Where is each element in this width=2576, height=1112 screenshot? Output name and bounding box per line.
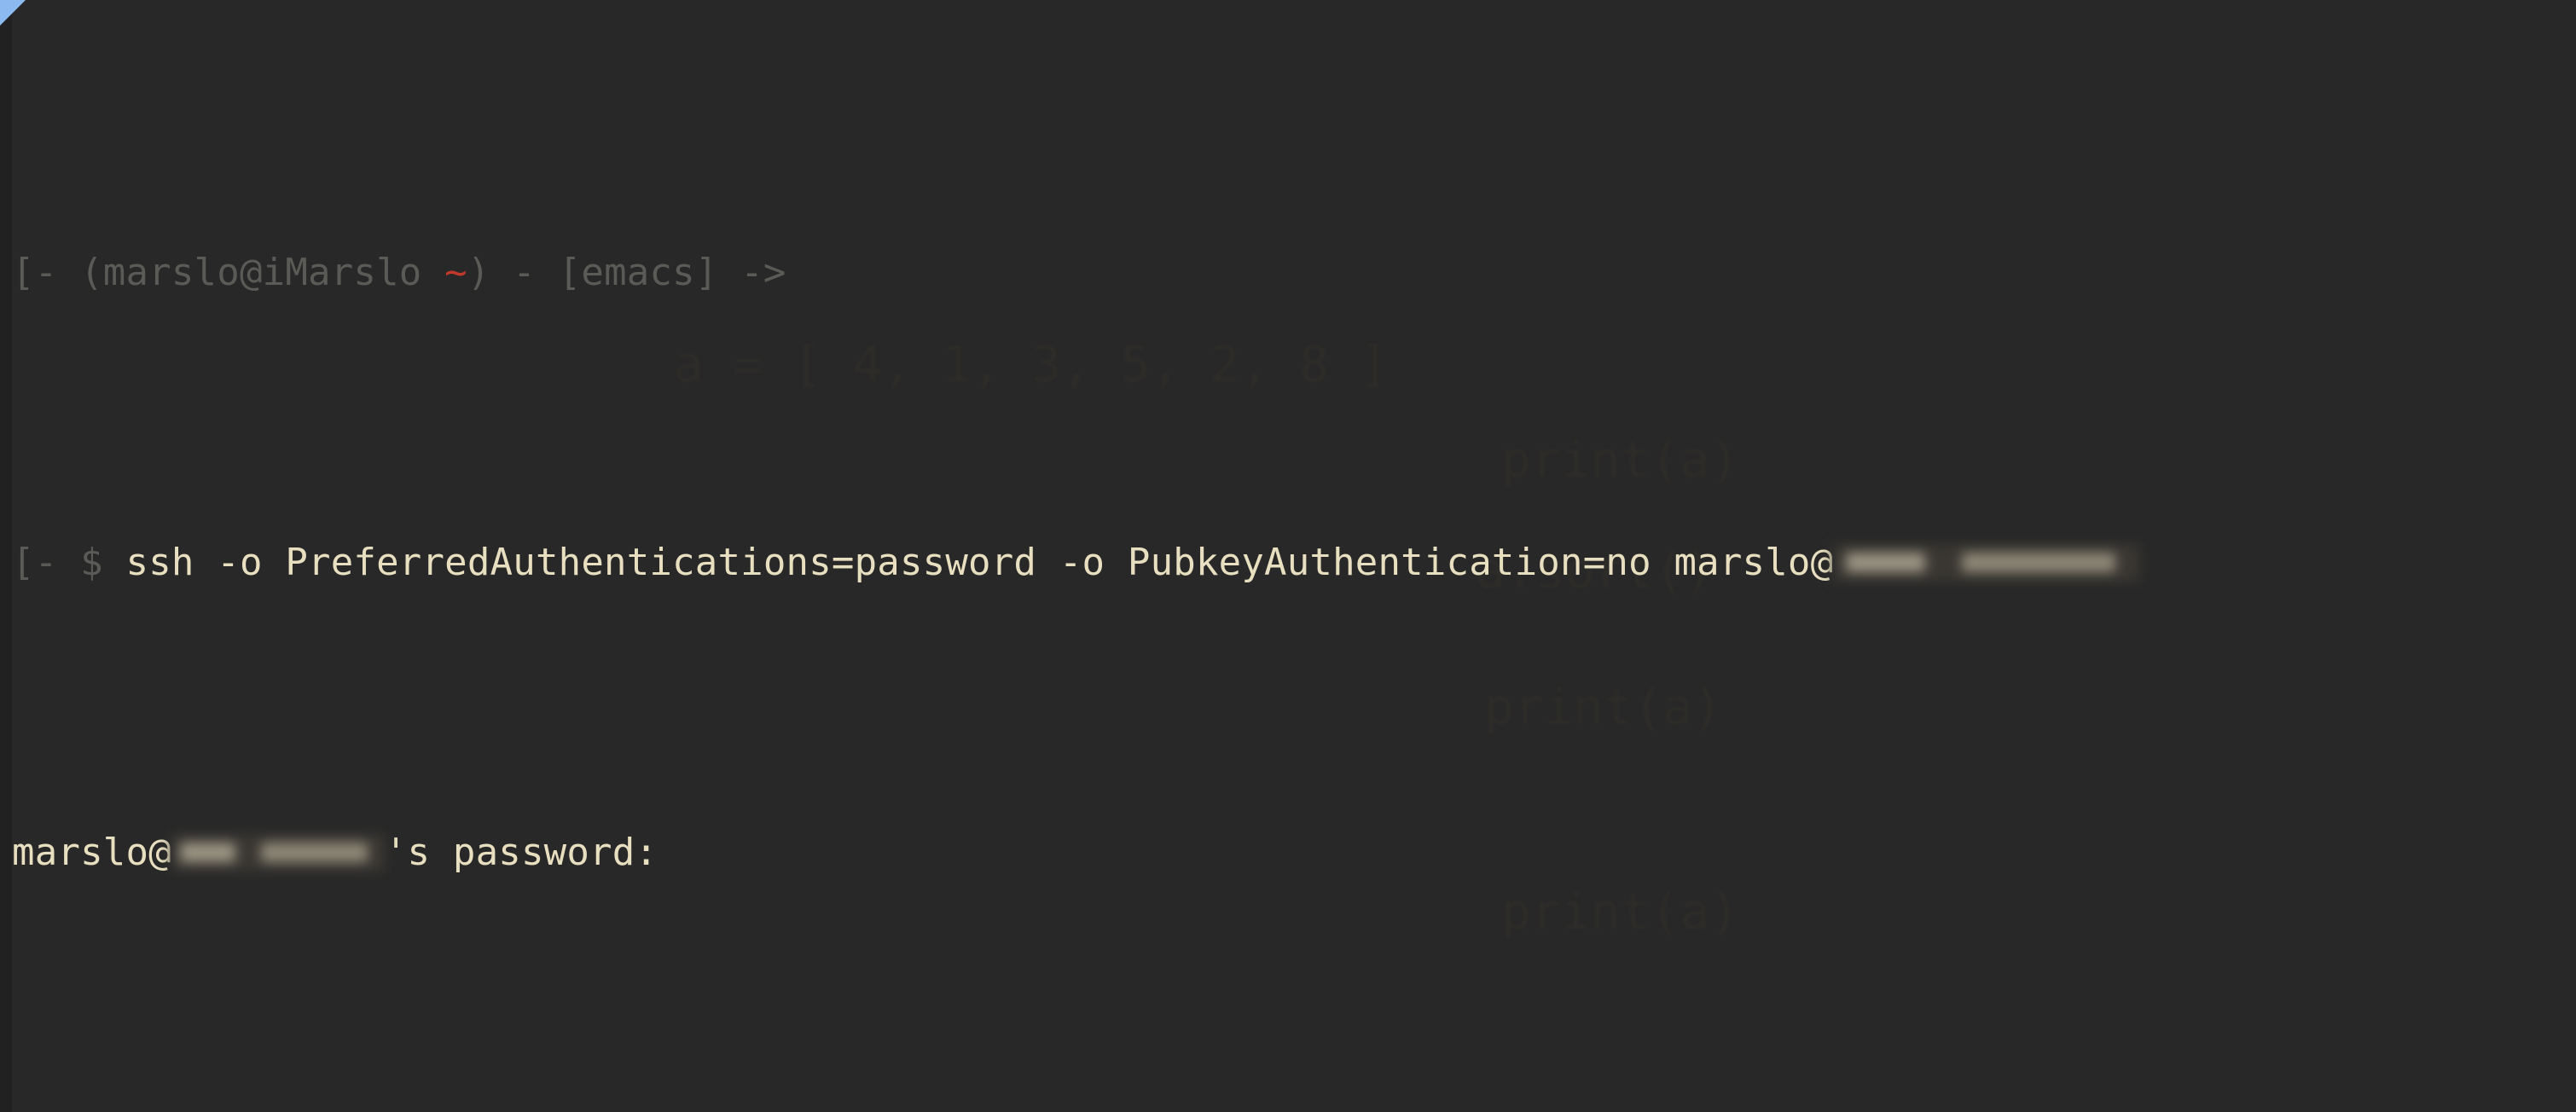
terminal-window[interactable]: a = [ 4, 1, 3, 5, 2, 8 ] print(a) a.sort… (0, 0, 2576, 1112)
prompt-paren-close: ) (467, 251, 490, 294)
password-prompt-line: marslo@ 's password: (12, 824, 2576, 882)
prompt-context: [emacs] (558, 251, 718, 294)
prompt-user-host: (marslo@iMarslo (80, 251, 422, 294)
password-prefix: marslo@ (12, 831, 171, 874)
prompt-second-bracket: [ (12, 541, 35, 584)
prompt-arrow-icon: -> (740, 251, 786, 294)
redacted-hostname (171, 834, 385, 872)
shell-prompt-line: [- (marslo@iMarslo ~) - [emacs] -> (12, 244, 2576, 302)
terminal-output[interactable]: [- (marslo@iMarslo ~) - [emacs] -> [- $ … (0, 12, 2576, 1112)
prompt-second-dash: - (34, 541, 58, 584)
prompt-dollar-sign: $ (80, 541, 103, 584)
ssh-command-text: ssh -o PreferredAuthentications=password… (125, 541, 1834, 584)
redacted-hostname (1833, 544, 2141, 582)
terminal-left-edge (0, 0, 12, 1112)
prompt-bracket-open: [ (12, 251, 35, 294)
prompt-dash: - (34, 251, 58, 294)
ssh-command-line: [- $ ssh -o PreferredAuthentications=pas… (12, 534, 2576, 592)
prompt-tilde-icon: ~ (444, 251, 467, 294)
corner-marker-icon (0, 0, 26, 26)
password-suffix: 's password: (384, 831, 659, 874)
prompt-separator: - (513, 251, 536, 294)
